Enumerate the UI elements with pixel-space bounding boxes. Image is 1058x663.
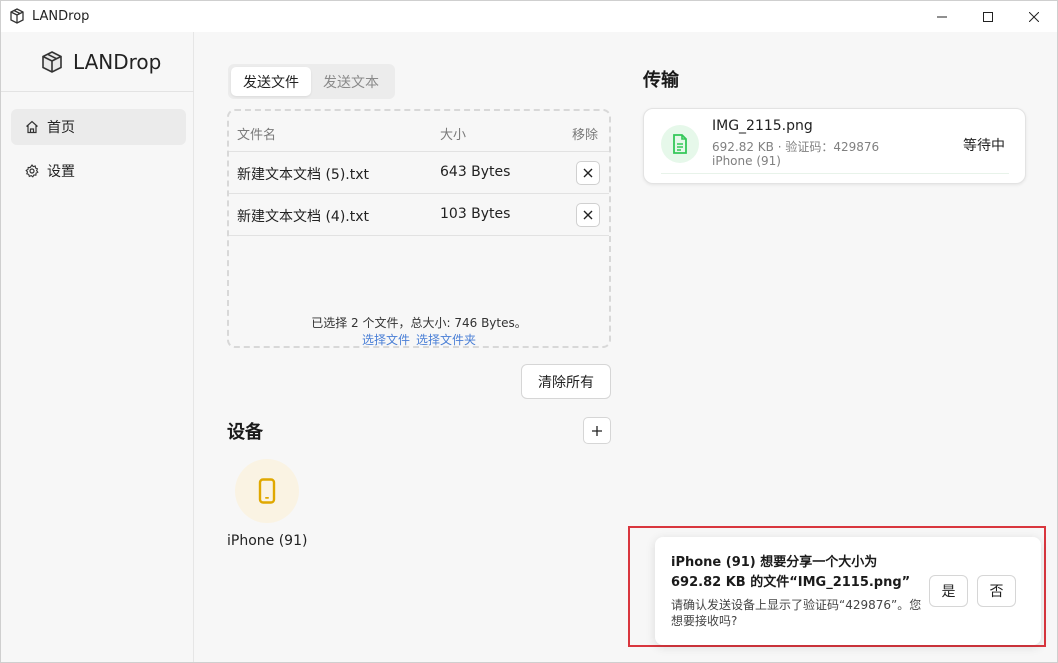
select-files-link[interactable]: 选择文件 <box>362 333 410 347</box>
close-icon <box>583 168 593 178</box>
transfer-meta: 692.82 KB · 验证码：429876 <box>712 140 880 154</box>
app-window: LANDrop LANDrop 首页 设置 发送文件 发送文本 文件名 大小 移… <box>0 0 1058 663</box>
sidebar-divider <box>1 91 194 92</box>
minimize-button[interactable] <box>919 1 965 32</box>
devices-title: 设备 <box>227 422 263 443</box>
device-name: iPhone (91) <box>227 533 308 549</box>
selection-summary: 已选择 2 个文件，总大小: 746 Bytes。 <box>311 316 527 330</box>
close-button[interactable] <box>1011 1 1057 32</box>
sidebar-item-label: 首页 <box>47 120 75 136</box>
file-table-header: 文件名 大小 移除 <box>229 111 609 152</box>
add-device-button[interactable] <box>583 417 611 444</box>
table-row: 新建文本文档 (5).txt 643 Bytes <box>229 152 609 194</box>
sidebar-item-label: 设置 <box>47 164 75 180</box>
sidebar-item-home[interactable]: 首页 <box>11 109 186 145</box>
close-icon <box>583 210 593 220</box>
remove-file-button[interactable] <box>576 161 600 185</box>
dialog-message: 请确认发送设备上显示了验证码“429876”。您想要接收吗? <box>671 598 922 628</box>
title-bar: LANDrop <box>1 1 1057 32</box>
maximize-button[interactable] <box>965 1 1011 32</box>
transfer-progress-track <box>661 173 1009 174</box>
file-type-badge <box>661 125 699 163</box>
sidebar: LANDrop 首页 设置 <box>1 32 194 662</box>
brand-name: LANDrop <box>73 50 162 74</box>
phone-icon <box>258 478 276 504</box>
file-name: 新建文本文档 (5).txt <box>237 167 369 183</box>
column-header-size: 大小 <box>440 128 467 143</box>
send-mode-tabs: 发送文件 发送文本 <box>228 64 395 99</box>
remove-file-button[interactable] <box>576 203 600 227</box>
maximize-icon <box>983 11 993 22</box>
column-header-name: 文件名 <box>237 128 277 143</box>
gear-icon <box>25 164 39 178</box>
transfer-file-name: IMG_2115.png <box>712 118 813 134</box>
home-icon <box>26 120 38 134</box>
column-header-remove: 移除 <box>572 128 599 143</box>
file-size: 103 Bytes <box>440 206 511 222</box>
transfer-status: 等待中 <box>963 138 1005 154</box>
file-name: 新建文本文档 (4).txt <box>237 209 369 225</box>
device-avatar <box>235 459 299 523</box>
tab-send-files[interactable]: 发送文件 <box>231 67 311 96</box>
decline-button[interactable]: 否 <box>977 575 1016 607</box>
brand: LANDrop <box>41 50 161 74</box>
receive-request-dialog: iPhone (91) 想要分享一个大小为 692.82 KB 的文件“IMG_… <box>655 537 1041 645</box>
transfer-item: IMG_2115.png 692.82 KB · 验证码：429876 iPho… <box>643 108 1026 184</box>
transfer-device: iPhone (91) <box>712 154 781 168</box>
tab-send-text[interactable]: 发送文本 <box>311 67 391 96</box>
plus-icon <box>592 425 602 436</box>
app-logo-icon <box>42 51 62 73</box>
close-icon <box>1029 11 1039 22</box>
clear-all-button[interactable]: 清除所有 <box>521 364 611 399</box>
dialog-title: iPhone (91) 想要分享一个大小为 692.82 KB 的文件“IMG_… <box>671 555 911 590</box>
file-drop-zone[interactable]: 文件名 大小 移除 新建文本文档 (5).txt 643 Bytes 新建文本文… <box>227 109 611 348</box>
sidebar-item-settings[interactable]: 设置 <box>11 153 186 189</box>
table-row: 新建文本文档 (4).txt 103 Bytes <box>229 194 609 236</box>
document-icon <box>673 134 687 154</box>
window-title: LANDrop <box>32 9 90 24</box>
accept-button[interactable]: 是 <box>929 575 968 607</box>
pick-links: 选择文件 选择文件夹 <box>229 331 609 348</box>
minimize-icon <box>937 16 947 17</box>
transfers-title: 传输 <box>643 70 679 91</box>
select-folder-link[interactable]: 选择文件夹 <box>416 333 476 347</box>
file-size: 643 Bytes <box>440 164 511 180</box>
app-logo-icon <box>10 8 24 24</box>
